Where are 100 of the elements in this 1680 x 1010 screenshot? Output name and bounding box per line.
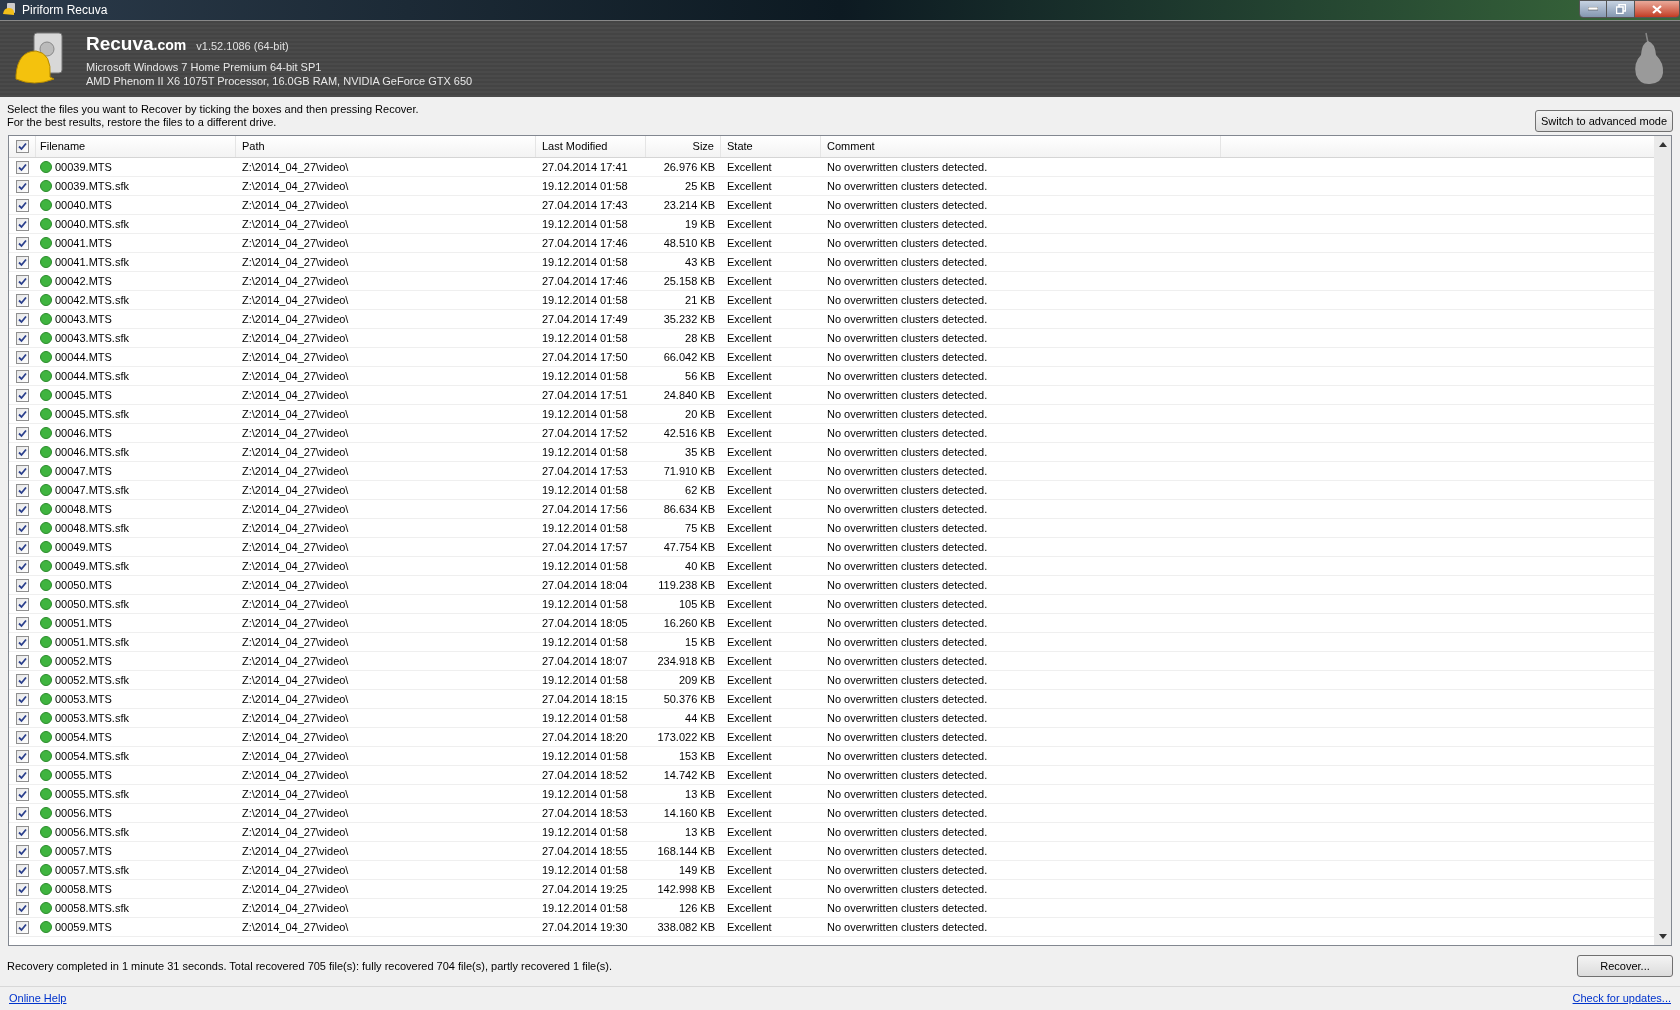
online-help-link[interactable]: Online Help <box>9 990 67 1007</box>
column-header[interactable]: Size <box>646 136 721 157</box>
column-header[interactable]: Path <box>236 136 536 157</box>
advanced-mode-button[interactable]: Switch to advanced mode <box>1535 110 1673 132</box>
size-cell-text: 42.516 KB <box>663 425 715 441</box>
checkbox[interactable] <box>16 635 29 649</box>
size-cell-text: 26.976 KB <box>663 159 715 175</box>
checkbox[interactable] <box>16 369 29 383</box>
checkbox[interactable] <box>16 730 29 744</box>
minimize-button[interactable] <box>1579 0 1607 18</box>
recover-button[interactable]: Recover... <box>1577 955 1673 977</box>
checkbox[interactable] <box>16 426 29 440</box>
checkbox[interactable] <box>16 559 29 573</box>
check-updates-link[interactable]: Check for updates... <box>1572 990 1671 1007</box>
modified-cell-text: 27.04.2014 18:55 <box>542 843 628 859</box>
checkbox[interactable] <box>16 388 29 402</box>
comment-cell-text: No overwritten clusters detected. <box>827 672 988 688</box>
state-cell-text: Excellent <box>727 881 772 897</box>
modified-cell-text: 19.12.2014 01:58 <box>542 178 628 194</box>
checkbox[interactable] <box>16 179 29 193</box>
status-dot-icon <box>40 332 52 344</box>
path-cell-text: Z:\2014_04_27\video\ <box>242 710 349 726</box>
comment-cell-text: No overwritten clusters detected. <box>827 539 988 555</box>
checkbox[interactable] <box>16 540 29 554</box>
filename-cell-text: 00043.MTS.sfk <box>55 330 129 346</box>
size-cell-text: 44 KB <box>685 710 715 726</box>
filename-cell-text: 00042.MTS <box>55 273 112 289</box>
checkbox[interactable] <box>16 768 29 782</box>
checkbox[interactable] <box>15 140 29 153</box>
comment-cell-text: No overwritten clusters detected. <box>827 824 988 840</box>
status-dot-icon <box>40 579 52 591</box>
checkbox[interactable] <box>16 825 29 839</box>
status-dot-icon <box>40 902 52 914</box>
checkbox[interactable] <box>16 597 29 611</box>
status-dot-icon <box>40 484 52 496</box>
checkbox[interactable] <box>16 464 29 478</box>
checkbox[interactable] <box>16 293 29 307</box>
checkbox[interactable] <box>16 654 29 668</box>
size-cell-text: 173.022 KB <box>657 729 715 745</box>
path-cell-text: Z:\2014_04_27\video\ <box>242 311 349 327</box>
column-header[interactable]: Last Modified <box>536 136 646 157</box>
checkbox[interactable] <box>16 407 29 421</box>
modified-cell-text: 19.12.2014 01:58 <box>542 254 628 270</box>
checkbox[interactable] <box>16 616 29 630</box>
checkbox[interactable] <box>16 160 29 174</box>
checkbox[interactable] <box>16 198 29 212</box>
filename-cell-text: 00052.MTS.sfk <box>55 672 129 688</box>
column-header[interactable]: Filename <box>36 136 236 157</box>
checkbox[interactable] <box>16 236 29 250</box>
size-cell-text: 168.144 KB <box>657 843 715 859</box>
restore-button[interactable] <box>1607 0 1634 18</box>
path-cell-text: Z:\2014_04_27\video\ <box>242 653 349 669</box>
checkbox[interactable] <box>16 274 29 288</box>
comment-cell-text: No overwritten clusters detected. <box>827 425 988 441</box>
checkbox[interactable] <box>16 350 29 364</box>
checkbox[interactable] <box>16 806 29 820</box>
close-button[interactable] <box>1634 0 1680 18</box>
checkbox[interactable] <box>16 863 29 877</box>
filename-cell-text: 00047.MTS <box>55 463 112 479</box>
state-cell-text: Excellent <box>727 596 772 612</box>
size-cell-text: 75 KB <box>685 520 715 536</box>
state-cell-text: Excellent <box>727 748 772 764</box>
checkbox[interactable] <box>16 502 29 516</box>
checkbox[interactable] <box>16 711 29 725</box>
comment-cell-text: No overwritten clusters detected. <box>827 482 988 498</box>
checkbox[interactable] <box>16 787 29 801</box>
scrollbar[interactable] <box>1654 136 1671 945</box>
modified-cell-text: 27.04.2014 17:57 <box>542 539 628 555</box>
state-cell-text: Excellent <box>727 330 772 346</box>
checkbox[interactable] <box>16 920 29 934</box>
checkbox[interactable] <box>16 578 29 592</box>
column-header[interactable]: State <box>721 136 821 157</box>
checkbox[interactable] <box>16 445 29 459</box>
checkbox[interactable] <box>16 844 29 858</box>
path-cell-text: Z:\2014_04_27\video\ <box>242 159 349 175</box>
modified-cell-text: 19.12.2014 01:58 <box>542 216 628 232</box>
checkbox[interactable] <box>16 255 29 269</box>
checkbox[interactable] <box>16 673 29 687</box>
checkbox[interactable] <box>16 901 29 915</box>
column-header[interactable]: Comment <box>821 136 1221 157</box>
checkbox[interactable] <box>16 749 29 763</box>
checkbox[interactable] <box>16 331 29 345</box>
checkbox[interactable] <box>16 521 29 535</box>
path-cell-text: Z:\2014_04_27\video\ <box>242 425 349 441</box>
modified-cell-text: 27.04.2014 17:49 <box>542 311 628 327</box>
filename-cell-text: 00045.MTS.sfk <box>55 406 129 422</box>
checkbox[interactable] <box>16 882 29 896</box>
state-cell-text: Excellent <box>727 862 772 878</box>
checkbox[interactable] <box>16 312 29 326</box>
state-cell-text: Excellent <box>727 254 772 270</box>
status-dot-icon <box>40 294 52 306</box>
comment-cell-text: No overwritten clusters detected. <box>827 577 988 593</box>
filename-cell-text: 00054.MTS.sfk <box>55 748 129 764</box>
status-dot-icon <box>40 560 52 572</box>
comment-cell-text: No overwritten clusters detected. <box>827 691 988 707</box>
checkbox[interactable] <box>16 692 29 706</box>
filename-cell-text: 00056.MTS <box>55 805 112 821</box>
checkbox[interactable] <box>16 217 29 231</box>
path-cell-text: Z:\2014_04_27\video\ <box>242 254 349 270</box>
checkbox[interactable] <box>16 483 29 497</box>
